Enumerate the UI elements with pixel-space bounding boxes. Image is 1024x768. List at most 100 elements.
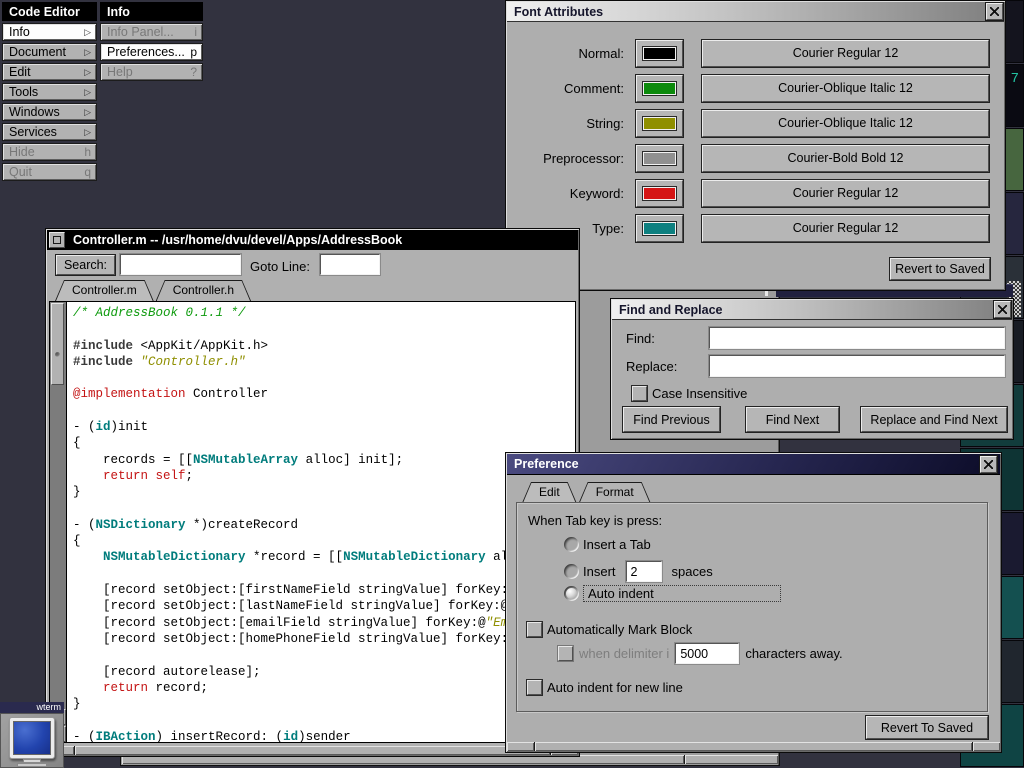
menu-item-shortcut: h (84, 145, 91, 159)
tab-edit[interactable]: Edit (522, 482, 577, 503)
font-attribute-row: Keyword: Courier Regular 12 (518, 179, 989, 207)
code-segment: - ( (73, 730, 96, 742)
submenu-arrow-icon: ▷ (84, 67, 91, 78)
color-swatch (643, 47, 676, 60)
find-previous-button[interactable]: Find Previous (623, 407, 720, 432)
radio-insert-a-tab[interactable] (564, 537, 579, 552)
menu-item-quit[interactable]: Quitq (2, 163, 97, 181)
wterm-app-icon[interactable]: wterm (0, 702, 64, 768)
radio-label: Insert (583, 564, 616, 579)
font-select-button[interactable]: Courier-Oblique Italic 12 (702, 75, 989, 102)
code-segment: #include (73, 339, 133, 353)
when-delimiter-checkbox[interactable] (558, 646, 573, 661)
find-next-button[interactable]: Find Next (746, 407, 839, 432)
find-label: Find: (626, 331, 655, 346)
font-select-button[interactable]: Courier Regular 12 (702, 180, 989, 207)
scrollbar-knob[interactable] (51, 303, 64, 385)
code-line (73, 370, 575, 386)
font-select-button[interactable]: Courier Regular 12 (702, 40, 989, 67)
menu-item-label: Info (9, 25, 30, 39)
button-label: Search: (64, 258, 107, 272)
font-attributes-window: Font Attributes Normal: Courier Regular 1… (505, 0, 1006, 291)
radio-row: Auto indent (564, 585, 781, 602)
revert-to-saved-button[interactable]: Revert To Saved (866, 716, 988, 739)
menu-item-document[interactable]: Document▷ (2, 43, 97, 61)
editor-resize-bar[interactable] (47, 746, 578, 755)
code-line: - (id)init (73, 419, 575, 435)
tab-controller-h[interactable]: Controller.h (156, 280, 251, 301)
radio-label: Auto indent (583, 585, 781, 602)
editor-content-frame: ▲ ▼ /* AddressBook 0.1.1 */ #include <Ap… (49, 301, 576, 743)
menu-item-preferences[interactable]: Preferences...p (100, 43, 203, 61)
menu-item-shortcut: p (190, 45, 197, 59)
attribute-label: Normal: (518, 46, 636, 61)
color-swatch-well[interactable] (636, 40, 683, 67)
menu-item-help[interactable]: Help? (100, 63, 203, 81)
code-segment: return self (73, 469, 186, 483)
auto-indent-newline-checkbox[interactable] (527, 680, 542, 695)
menu-title[interactable]: Info (100, 2, 203, 21)
code-segment: #include (73, 355, 133, 369)
replace-label: Replace: (626, 359, 677, 374)
case-insensitive-checkbox[interactable] (632, 386, 647, 401)
menu-item-tools[interactable]: Tools ▷ (2, 83, 97, 101)
code-segment: records = [[ (73, 453, 193, 467)
code-segment: record; (148, 681, 208, 695)
font-select-button[interactable]: Courier-Bold Bold 12 (702, 145, 989, 172)
spaces-count-input[interactable] (626, 561, 662, 582)
menu-item-info-panel[interactable]: Info Panel...i (100, 23, 203, 41)
code-text-area[interactable]: /* AddressBook 0.1.1 */ #include <AppKit… (67, 302, 575, 742)
menu-title[interactable]: Code Editor (2, 2, 97, 21)
tab-format[interactable]: Format (579, 482, 651, 503)
close-icon[interactable] (980, 456, 997, 473)
menu-item-windows[interactable]: Windows▷ (2, 103, 97, 121)
miniaturize-button[interactable] (49, 232, 65, 248)
code-segment: <AppKit/AppKit.h> (133, 339, 268, 353)
code-line (73, 566, 575, 582)
tab-key-heading: When Tab key is press: (528, 513, 662, 528)
preference-titlebar[interactable]: Preference (507, 454, 1000, 475)
color-swatch-well[interactable] (636, 215, 683, 242)
radio-label: Insert a Tab (583, 537, 651, 552)
knob-dimple (55, 352, 60, 357)
close-icon[interactable] (994, 301, 1011, 318)
font-select-button[interactable]: Courier Regular 12 (702, 215, 989, 242)
appicon-label: wterm (37, 702, 62, 712)
color-swatch-well[interactable] (636, 110, 683, 137)
menu-item-edit[interactable]: Edit▷ (2, 63, 97, 81)
code-segment: ) insertRecord: ( (156, 730, 284, 742)
revert-to-saved-button[interactable]: Revert to Saved (890, 258, 990, 280)
radio-auto-indent[interactable] (564, 586, 579, 601)
menu-item-shortcut: q (84, 165, 91, 179)
color-swatch-well[interactable] (636, 145, 683, 172)
find-replace-titlebar[interactable]: Find and Replace (612, 300, 1012, 320)
font-select-button[interactable]: Courier-Oblique Italic 12 (702, 110, 989, 137)
goto-line-input[interactable] (320, 254, 380, 275)
menu-item-info[interactable]: Info▷ (2, 23, 97, 41)
button-label: Replace and Find Next (870, 413, 997, 427)
search-input[interactable] (120, 254, 241, 275)
replace-and-find-next-button[interactable]: Replace and Find Next (861, 407, 1007, 432)
code-line: /* AddressBook 0.1.1 */ (73, 305, 575, 321)
preference-resize-bar[interactable] (507, 742, 1000, 751)
font-attributes-titlebar[interactable]: Font Attributes (507, 2, 1004, 22)
radio-insert[interactable] (564, 564, 579, 579)
search-button[interactable]: Search: (56, 255, 115, 275)
submenu-arrow-icon: ▷ (84, 87, 91, 98)
color-swatch-well[interactable] (636, 75, 683, 102)
editor-scrollbar[interactable]: ▲ ▼ (50, 302, 67, 742)
color-swatch-well[interactable] (636, 180, 683, 207)
menu-item-services[interactable]: Services▷ (2, 123, 97, 141)
menu-item-hide[interactable]: Hideh (2, 143, 97, 161)
close-icon[interactable] (986, 3, 1003, 20)
find-input[interactable] (709, 327, 1005, 349)
automatically-mark-block-checkbox[interactable] (527, 622, 542, 637)
code-segment: NSDictionary (96, 518, 186, 532)
code-segment: NSMutableDictionary (343, 550, 486, 564)
editor-titlebar[interactable]: Controller.m -- /usr/home/dvu/devel/Apps… (47, 230, 578, 250)
tab-controller-m[interactable]: Controller.m (55, 280, 154, 301)
replace-input[interactable] (709, 355, 1005, 377)
attribute-label: Keyword: (518, 186, 636, 201)
menu-item-label: Tools (9, 85, 38, 99)
delimiter-distance-input[interactable] (675, 643, 739, 664)
